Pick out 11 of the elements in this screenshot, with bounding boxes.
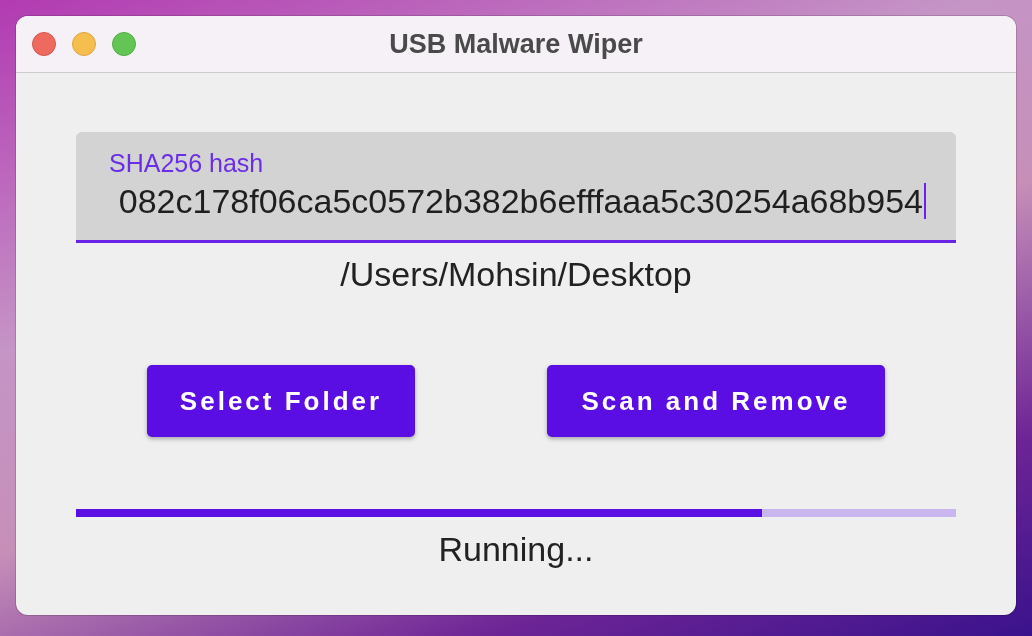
folder-path: /Users/Mohsin/Desktop — [340, 256, 692, 292]
hash-value: 082c178f06ca5c0572b382b6efffaaa5c30254a68b954 — [118, 183, 926, 219]
window-close-icon[interactable] — [32, 32, 56, 56]
status-text: Running... — [438, 531, 594, 567]
scan-and-remove-button[interactable]: Scan and Remove — [547, 365, 885, 437]
window-title: USB Malware Wiper — [389, 30, 643, 58]
select-folder-button[interactable]: Select Folder — [147, 365, 415, 437]
hash-input-field[interactable]: SHA256 hash 082c178f06ca5c0572b382b6efffaaa5c30254a68b954 — [76, 132, 956, 243]
window-zoom-icon[interactable] — [112, 32, 136, 56]
window-minimize-icon[interactable] — [72, 32, 96, 56]
field-label: SHA256 hash — [109, 149, 264, 177]
